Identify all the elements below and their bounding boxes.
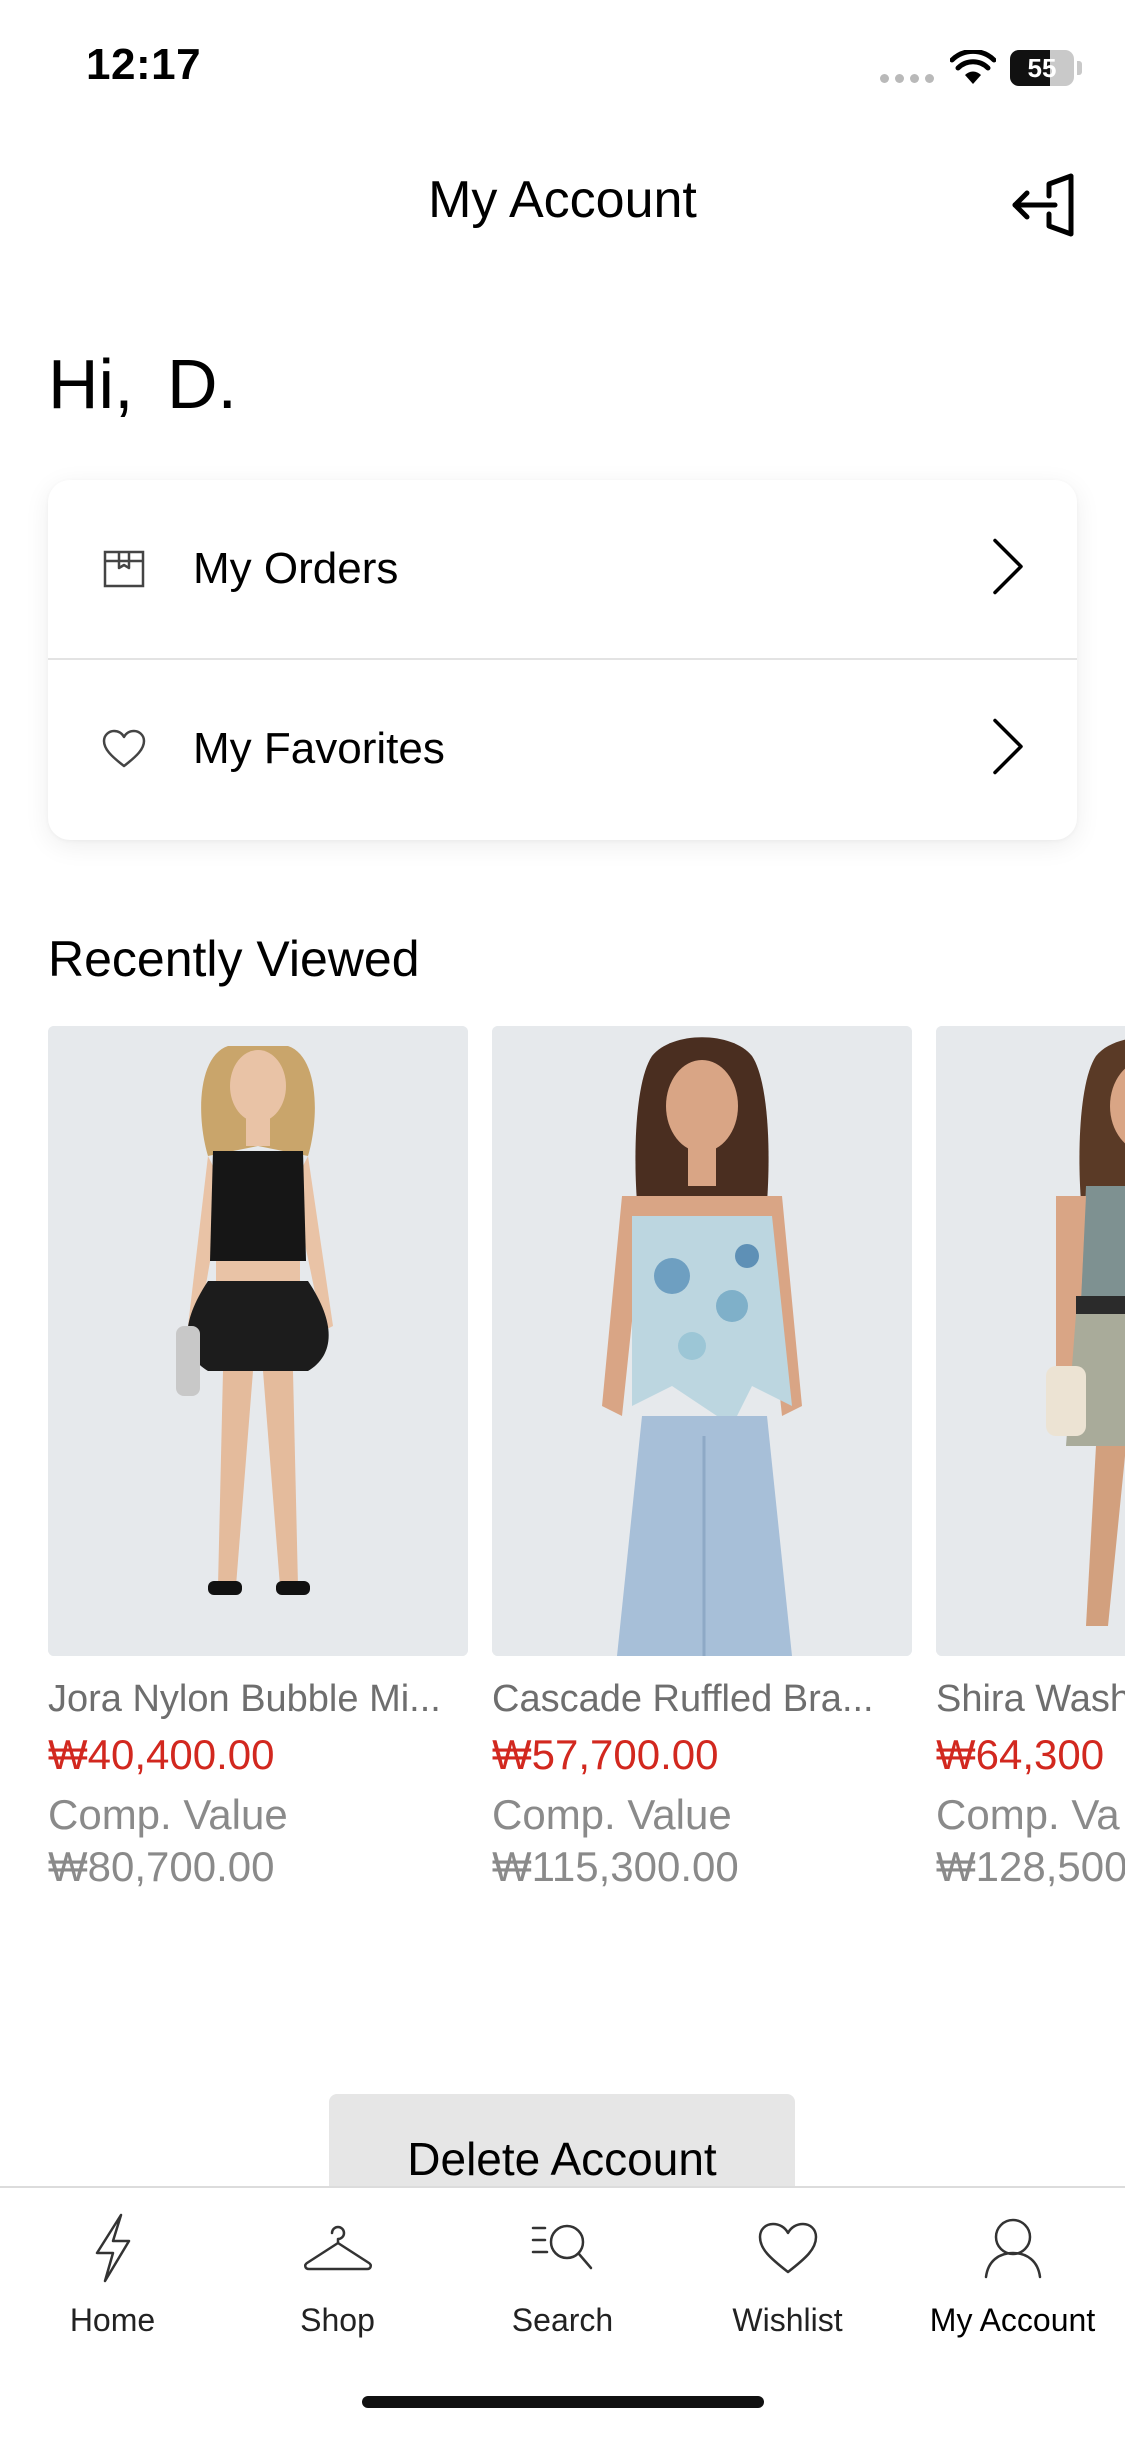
tab-label: Search xyxy=(511,2302,614,2338)
status-bar: 12:17 55 xyxy=(0,0,1125,140)
tab-search[interactable]: Search xyxy=(450,2208,675,2348)
product-card[interactable]: Cascade Ruffled Bra... ₩57,700.00 Comp. … xyxy=(492,1026,912,1893)
product-name[interactable]: Shira Wash xyxy=(936,1678,1125,1721)
tab-label: Home xyxy=(69,2302,156,2338)
my-orders-row[interactable]: My Orders xyxy=(48,480,1077,660)
comp-value: ₩80,700.00 xyxy=(48,1843,275,1890)
battery-level: 55 xyxy=(1027,52,1057,83)
page-title: My Account xyxy=(428,171,697,229)
status-time: 12:17 xyxy=(86,40,202,89)
my-orders-label: My Orders xyxy=(193,544,399,593)
chevron-right-icon xyxy=(991,717,1025,782)
recently-viewed-title: Recently Viewed xyxy=(48,931,420,987)
logout-button[interactable] xyxy=(1000,160,1090,250)
nav-header: My Account xyxy=(0,140,1125,260)
comp-value: ₩115,300.00 xyxy=(492,1843,739,1890)
cellular-signal-icon xyxy=(880,74,934,83)
product-name[interactable]: Cascade Ruffled Bra... xyxy=(492,1678,912,1721)
product-card[interactable]: Jora Nylon Bubble Mi... ₩40,400.00 Comp.… xyxy=(48,1026,468,1893)
comp-value-label: Comp. Value xyxy=(492,1791,732,1838)
tab-wishlist[interactable]: Wishlist xyxy=(675,2208,900,2348)
my-favorites-row[interactable]: My Favorites xyxy=(48,660,1077,838)
chevron-right-icon xyxy=(991,537,1025,602)
comp-value-label: Comp. Va xyxy=(936,1791,1120,1838)
product-card[interactable]: Shira Wash ₩64,300 Comp. Va ₩128,500 xyxy=(936,1026,1125,1893)
product-name[interactable]: Jora Nylon Bubble Mi... xyxy=(48,1678,468,1721)
home-indicator xyxy=(362,2396,764,2408)
heart-icon xyxy=(675,2208,900,2288)
tab-bar: Home Shop Search Wishlist My Account xyxy=(0,2186,1125,2438)
logout-icon xyxy=(1012,173,1074,237)
user-icon xyxy=(900,2208,1125,2288)
lightning-icon xyxy=(0,2208,225,2288)
tab-my-account[interactable]: My Account xyxy=(900,2208,1125,2348)
product-image[interactable] xyxy=(936,1026,1125,1656)
product-price: ₩57,700.00 xyxy=(492,1731,719,1778)
comp-value: ₩128,500 xyxy=(936,1843,1125,1890)
account-menu-card: My Orders My Favorites xyxy=(48,480,1077,840)
tab-label: Wishlist xyxy=(732,2302,843,2338)
product-price: ₩40,400.00 xyxy=(48,1731,275,1778)
tab-label: My Account xyxy=(929,2302,1096,2338)
tab-shop[interactable]: Shop xyxy=(225,2208,450,2348)
tab-label: Shop xyxy=(300,2302,375,2338)
heart-icon xyxy=(100,725,148,773)
my-favorites-label: My Favorites xyxy=(193,724,445,773)
product-image[interactable] xyxy=(48,1026,468,1656)
product-image[interactable] xyxy=(492,1026,912,1656)
hanger-icon xyxy=(225,2208,450,2288)
search-icon xyxy=(450,2208,675,2288)
recently-viewed-carousel[interactable]: Jora Nylon Bubble Mi... ₩40,400.00 Comp.… xyxy=(48,1026,1125,1926)
box-icon xyxy=(100,545,148,593)
wifi-icon xyxy=(949,48,997,91)
tab-home[interactable]: Home xyxy=(0,2208,225,2348)
greeting: Hi, D. xyxy=(48,345,237,423)
product-price: ₩64,300 xyxy=(936,1731,1105,1778)
battery-icon: 55 xyxy=(1010,50,1074,86)
comp-value-label: Comp. Value xyxy=(48,1791,288,1838)
